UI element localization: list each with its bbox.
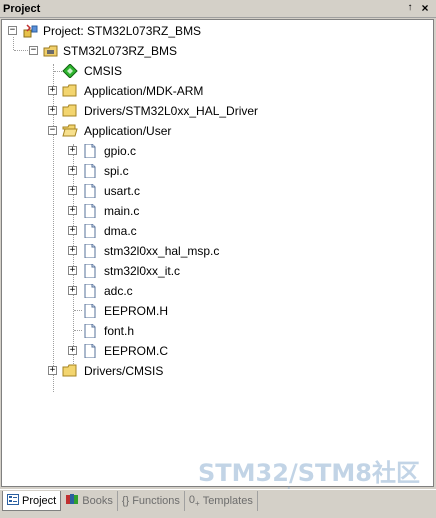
- file-icon: [84, 164, 96, 178]
- expand-icon[interactable]: +: [48, 86, 57, 95]
- tree-node-label: stm32l0xx_hal_msp.c: [104, 244, 220, 258]
- close-icon[interactable]: ×: [419, 2, 431, 14]
- tab-templates[interactable]: 0+ Templates: [185, 491, 258, 511]
- tree-node-root[interactable]: − Project: STM32L073RZ_BMS: [2, 21, 432, 41]
- tree-node-file[interactable]: + stm32l0xx_hal_msp.c: [2, 241, 432, 261]
- expand-icon[interactable]: +: [68, 186, 77, 195]
- tree-node-cmsis[interactable]: CMSIS: [2, 61, 432, 81]
- tree-node-label: CMSIS: [84, 64, 123, 78]
- expand-icon[interactable]: +: [68, 166, 77, 175]
- tree-node-label: font.h: [104, 324, 135, 338]
- expand-icon[interactable]: +: [68, 266, 77, 275]
- tree-node-file[interactable]: EEPROM.H: [2, 301, 432, 321]
- tree-node-label: main.c: [104, 204, 140, 218]
- collapse-icon[interactable]: −: [48, 126, 57, 135]
- tree-line: [74, 310, 82, 311]
- tree-node-label: usart.c: [104, 184, 141, 198]
- tree-node-label: Drivers/STM32L0xx_HAL_Driver: [84, 104, 259, 118]
- tree-node-label: spi.c: [104, 164, 129, 178]
- tree-node-file[interactable]: font.h: [2, 321, 432, 341]
- tree-node-file[interactable]: + gpio.c: [2, 141, 432, 161]
- panel-tabbar: Project Books {} Functions 0+ Templates: [0, 489, 436, 518]
- tab-label: Templates: [202, 495, 253, 507]
- tree-node-file[interactable]: + usart.c: [2, 181, 432, 201]
- file-icon: [84, 284, 96, 298]
- expand-icon[interactable]: +: [48, 106, 57, 115]
- panel-title: Project: [3, 2, 41, 15]
- braces-icon: {}: [121, 495, 130, 507]
- tree-node-label: stm32l0xx_it.c: [104, 264, 181, 278]
- tree-node-label: Project: STM32L073RZ_BMS: [43, 24, 202, 38]
- tree-node-file[interactable]: + dma.c: [2, 221, 432, 241]
- tree-node-group[interactable]: + Drivers/CMSIS: [2, 361, 432, 381]
- expand-icon[interactable]: +: [68, 286, 77, 295]
- tab-project[interactable]: Project: [2, 491, 62, 511]
- file-icon: [84, 244, 96, 258]
- tab-books[interactable]: Books: [61, 491, 118, 511]
- tree-node-label: dma.c: [104, 224, 137, 238]
- target-folder-icon: [43, 45, 58, 57]
- tree-node-file[interactable]: + adc.c: [2, 281, 432, 301]
- file-icon: [84, 184, 96, 198]
- tree-node-file[interactable]: + EEPROM.C: [2, 341, 432, 361]
- pin-icon[interactable]: ↑: [404, 2, 416, 14]
- tree-node-label: Application/User: [84, 124, 172, 138]
- expand-icon[interactable]: +: [68, 146, 77, 155]
- tree-node-label: Application/MDK-ARM: [84, 84, 204, 98]
- expand-icon[interactable]: +: [68, 246, 77, 255]
- folder-icon: [62, 364, 77, 377]
- collapse-icon[interactable]: −: [29, 46, 38, 55]
- tab-label: Books: [82, 495, 113, 507]
- tree-node-file[interactable]: + spi.c: [2, 161, 432, 181]
- collapse-icon[interactable]: −: [8, 26, 17, 35]
- tree-node-label: EEPROM.C: [104, 344, 169, 358]
- tree-line: [74, 330, 82, 331]
- file-icon: [84, 204, 96, 218]
- tab-functions[interactable]: {} Functions: [118, 491, 185, 511]
- folder-icon: [62, 104, 77, 117]
- tree-node-group[interactable]: + Drivers/STM32L0xx_HAL_Driver: [2, 101, 432, 121]
- tree-node-target[interactable]: − STM32L073RZ_BMS: [2, 41, 432, 61]
- file-icon: [84, 304, 96, 318]
- tree-node-group-open[interactable]: − Application/User: [2, 121, 432, 141]
- tree-node-file[interactable]: + main.c: [2, 201, 432, 221]
- expand-icon[interactable]: +: [68, 226, 77, 235]
- file-icon: [84, 264, 96, 278]
- project-tab-icon: [7, 493, 19, 508]
- file-icon: [84, 224, 96, 238]
- expand-icon[interactable]: +: [68, 206, 77, 215]
- tree-node-label: Drivers/CMSIS: [84, 364, 164, 378]
- file-icon: [84, 144, 96, 158]
- templates-icon: 0+: [188, 493, 200, 509]
- expand-icon[interactable]: +: [68, 346, 77, 355]
- tree-node-label: STM32L073RZ_BMS: [63, 44, 178, 58]
- file-icon: [84, 344, 96, 358]
- project-tree[interactable]: − Project: STM32L073RZ_BMS − STM32L073RZ…: [1, 19, 434, 487]
- tree-node-file[interactable]: + stm32l0xx_it.c: [2, 261, 432, 281]
- books-icon: [65, 494, 79, 508]
- folder-icon: [62, 84, 77, 97]
- tree-node-label: EEPROM.H: [104, 304, 169, 318]
- open-folder-icon: [62, 124, 78, 137]
- tab-label: Functions: [132, 495, 180, 507]
- expand-icon[interactable]: +: [48, 366, 57, 375]
- tab-label: Project: [22, 494, 57, 507]
- tree-node-group[interactable]: + Application/MDK-ARM: [2, 81, 432, 101]
- file-icon: [84, 324, 96, 338]
- green-diamond-icon: [62, 64, 78, 78]
- tree-node-label: adc.c: [104, 284, 133, 298]
- project-root-icon: [23, 24, 38, 38]
- panel-titlebar: Project ↑ ×: [0, 0, 436, 18]
- tree-node-label: gpio.c: [104, 144, 137, 158]
